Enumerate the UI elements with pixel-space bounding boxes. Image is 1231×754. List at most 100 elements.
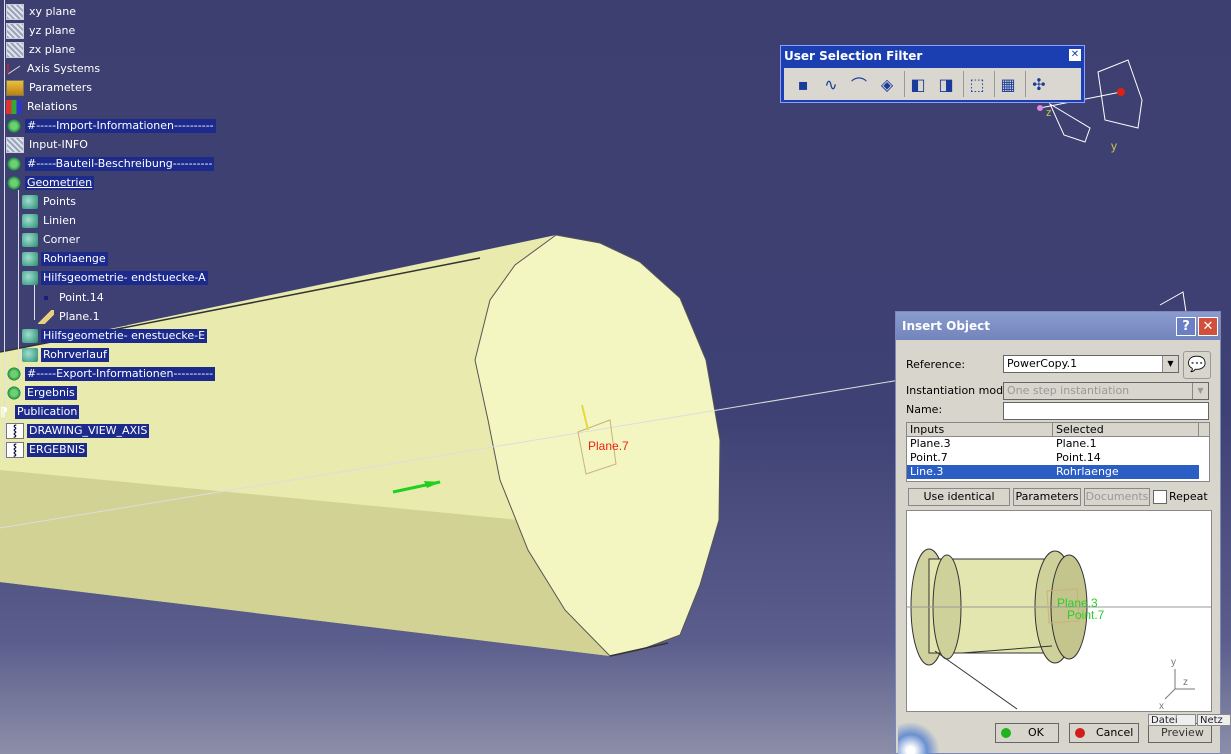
instantiation-mode-combo[interactable]: One step instantiation ▼ (1003, 382, 1209, 400)
table-row[interactable]: Plane.3 Plane.1 (907, 437, 1209, 451)
tree-node[interactable]: Linien (22, 212, 78, 229)
tree-node-label: Geometrien (25, 175, 95, 190)
tree-node-label: Rohrverlauf (41, 347, 109, 362)
user-selection-filter-toolbar[interactable]: User Selection Filter ✕ ▪ ∿ ⌒ ◈ ◧ ◨ ⬚ ▦ … (780, 45, 1085, 103)
tree-node[interactable]: Hilfsgeometrie- endstuecke-A (22, 269, 208, 286)
preview-button[interactable]: Preview (1148, 723, 1212, 743)
tree-node[interactable]: Input-INFO (6, 136, 90, 153)
tree-node[interactable]: Rohrverlauf (22, 346, 109, 363)
volume-filter-icon[interactable]: ◈ (874, 71, 900, 97)
cancel-label: Cancel (1096, 726, 1134, 739)
tree-node-label: Hilfsgeometrie- enestuecke-E (41, 328, 208, 343)
body-icon (22, 213, 38, 228)
plane-feature-icon (38, 309, 54, 324)
body-icon (22, 347, 38, 362)
preview-window[interactable]: Plane.3 Point.7 y z x (906, 510, 1212, 712)
close-icon[interactable]: ✕ (1069, 49, 1081, 61)
tree-node[interactable]: ⁋ Publication (0, 403, 80, 420)
column-header-inputs[interactable]: Inputs (907, 423, 1053, 436)
feature-filter-icon[interactable]: ◧ (904, 71, 931, 97)
tree-node-label: Points (43, 194, 77, 208)
toolbar-titlebar[interactable]: User Selection Filter ✕ (781, 46, 1084, 66)
tree-node[interactable]: Relations (6, 98, 80, 115)
tree-node[interactable]: Corner (22, 231, 82, 248)
reference-combo[interactable]: PowerCopy.1 ▼ (1003, 355, 1179, 373)
parameters-button[interactable]: Parameters (1013, 488, 1081, 506)
plane-icon (6, 3, 24, 20)
inputs-table[interactable]: Inputs Selected Plane.3 Plane.1 Point.7 … (906, 422, 1210, 482)
gear-icon (6, 385, 22, 400)
dialog-titlebar[interactable]: Insert Object ? ✕ (896, 312, 1220, 340)
compass-z-label: z (1046, 107, 1052, 119)
documents-button[interactable]: Documents (1084, 488, 1150, 506)
preview-axis-y: y (1171, 657, 1176, 668)
curve-filter-icon[interactable]: ∿ (818, 71, 844, 97)
tree-node[interactable]: Plane.1 (38, 308, 102, 325)
status-datei: Datei (1148, 714, 1196, 726)
geometrical-element-filter-icon[interactable]: ◨ (933, 71, 959, 97)
ok-label: OK (1028, 726, 1044, 739)
plane-icon (6, 136, 24, 153)
tree-node-label: Point.14 (59, 290, 104, 304)
published-element-icon: ⸾ (6, 422, 24, 439)
tree-node[interactable]: yz plane (6, 22, 77, 39)
tree-node-label: Corner (43, 232, 81, 246)
tree-node[interactable]: Axis Systems (6, 60, 102, 77)
repeat-checkbox[interactable] (1153, 490, 1167, 504)
help-icon[interactable]: ? (1176, 317, 1196, 336)
name-input[interactable] (1003, 402, 1209, 420)
tree-node-label: Hilfsgeometrie- endstuecke-A (41, 270, 208, 285)
tree-node[interactable]: Hilfsgeometrie- enestuecke-E (22, 327, 208, 344)
tree-node[interactable]: Rohrlaenge (22, 250, 108, 267)
quick-select-icon[interactable]: ✣ (1025, 71, 1052, 97)
name-label: Name: (906, 403, 943, 416)
ok-button[interactable]: OK (995, 723, 1059, 743)
repeat-label: Repeat (1169, 490, 1208, 503)
ok-icon (1001, 728, 1011, 738)
tree-node[interactable]: Points (22, 193, 78, 210)
point-filter-icon[interactable]: ▪ (790, 71, 816, 97)
tree-connector (34, 285, 35, 320)
tree-node-label: DRAWING_VIEW_AXIS (27, 423, 150, 438)
speech-bubble-icon[interactable]: 💬 (1183, 351, 1211, 379)
table-row-selected[interactable]: Line.3 Rohrlaenge (907, 465, 1209, 479)
tree-node[interactable]: zx plane (6, 41, 77, 58)
surface-filter-icon[interactable]: ⌒ (846, 71, 872, 97)
status-netz: Netz (1197, 714, 1231, 726)
use-identical-name-button[interactable]: Use identical name (908, 488, 1010, 519)
cell-input: Point.7 (910, 451, 948, 464)
tree-node[interactable]: ⸾ ERGEBNIS (6, 441, 88, 458)
tree-node-label: Relations (27, 99, 78, 113)
table-row[interactable]: Point.7 Point.14 (907, 451, 1209, 465)
chevron-down-icon[interactable]: ▼ (1162, 356, 1178, 372)
tree-node-label: zx plane (29, 42, 76, 56)
tree-node[interactable]: #-----Import-Informationen---------- (6, 117, 216, 134)
tree-node[interactable]: Point.14 (38, 289, 106, 306)
inside-trap-icon[interactable]: ▦ (994, 71, 1021, 97)
tree-node-label: Rohrlaenge (41, 251, 108, 266)
tree-node[interactable]: Ergebnis (6, 384, 77, 401)
trap-selection-icon[interactable]: ⬚ (963, 71, 990, 97)
tree-node[interactable]: Parameters (6, 79, 94, 96)
reference-label: Reference: (906, 358, 966, 371)
parameters-icon (6, 79, 24, 96)
plane-icon (6, 22, 24, 39)
insert-object-dialog[interactable]: Insert Object ? ✕ Reference: PowerCopy.1… (895, 311, 1221, 754)
specification-tree[interactable]: xy plane yz plane zx plane Axis Systems Para… (0, 0, 260, 460)
relations-icon (6, 99, 22, 114)
column-header-selected[interactable]: Selected (1053, 423, 1199, 436)
tree-node[interactable]: Geometrien (6, 174, 95, 191)
cancel-button[interactable]: Cancel (1069, 723, 1139, 743)
close-icon[interactable]: ✕ (1198, 317, 1218, 336)
tree-node[interactable]: #-----Bauteil-Beschreibung---------- (6, 155, 215, 172)
tree-node[interactable]: #-----Export-Informationen---------- (6, 365, 216, 382)
filter-buttons: ▪ ∿ ⌒ ◈ ◧ ◨ ⬚ ▦ ✣ (784, 68, 1081, 100)
tree-node[interactable]: ⸾ DRAWING_VIEW_AXIS (6, 422, 150, 439)
chevron-down-icon[interactable]: ▼ (1192, 383, 1208, 399)
tree-connector (4, 0, 5, 460)
preview-axis-x: x (1159, 701, 1164, 712)
tree-node[interactable]: xy plane (6, 3, 78, 20)
tree-node-label: #-----Bauteil-Beschreibung---------- (25, 156, 215, 171)
geometrical-set-icon (6, 366, 22, 381)
tree-node-label: Parameters (29, 80, 92, 94)
